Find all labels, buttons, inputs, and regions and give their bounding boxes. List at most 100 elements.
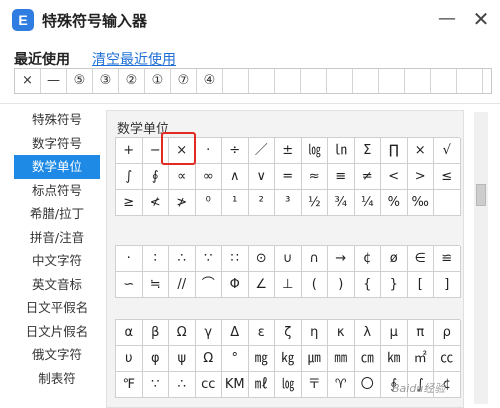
symbol-cell[interactable]: ⁰	[195, 190, 222, 216]
sidebar-item[interactable]: 中文字符	[14, 249, 100, 273]
sidebar-item[interactable]: 拼音/注音	[14, 226, 100, 250]
symbol-cell[interactable]: ¢	[354, 246, 381, 272]
symbol-cell[interactable]: ㎝	[354, 346, 381, 372]
recent-symbol-cell[interactable]	[457, 69, 483, 93]
clear-recent-link[interactable]: 清空最近使用	[92, 49, 176, 69]
minimize-button[interactable]: —	[434, 6, 460, 32]
symbol-cell[interactable]: }	[381, 272, 408, 298]
symbol-cell[interactable]: ⊙	[248, 246, 275, 272]
symbol-cell[interactable]: ㏒	[301, 138, 328, 164]
sidebar-item[interactable]: 数字符号	[14, 132, 100, 156]
symbol-cell[interactable]: ⊥	[275, 272, 302, 298]
symbol-cell[interactable]: ³	[275, 190, 302, 216]
symbol-cell[interactable]: ㏄	[434, 346, 461, 372]
symbol-cell[interactable]: ≥	[116, 190, 143, 216]
recent-symbol-cell[interactable]: ②	[119, 69, 145, 93]
sidebar-item[interactable]: 希腊/拉丁	[14, 202, 100, 226]
symbol-cell[interactable]: μ	[381, 320, 408, 346]
symbol-cell[interactable]: ∵	[195, 246, 222, 272]
symbol-cell[interactable]: η	[301, 320, 328, 346]
symbol-cell[interactable]: ㏒	[275, 372, 302, 398]
recent-symbol-cell[interactable]: ⑤	[67, 69, 93, 93]
symbol-cell[interactable]: ∧	[222, 164, 249, 190]
symbol-cell[interactable]: ∞	[195, 164, 222, 190]
close-button[interactable]: ✕	[468, 6, 494, 32]
recent-symbol-cell[interactable]	[431, 69, 457, 93]
symbol-cell[interactable]: ∨	[248, 164, 275, 190]
symbol-cell[interactable]: ∽	[116, 272, 143, 298]
recent-symbol-cell[interactable]: —	[41, 69, 67, 93]
recent-symbol-cell[interactable]	[275, 69, 301, 93]
symbol-cell[interactable]: ℉	[116, 372, 143, 398]
symbol-cell[interactable]: γ	[195, 320, 222, 346]
symbol-cell[interactable]: °	[222, 346, 249, 372]
symbol-cell[interactable]: ∠	[248, 272, 275, 298]
symbol-cell[interactable]	[434, 190, 461, 216]
symbol-cell[interactable]: <	[381, 164, 408, 190]
symbol-cell[interactable]: ×	[407, 138, 434, 164]
recent-symbol-cell[interactable]: ⑦	[171, 69, 197, 93]
symbol-cell[interactable]: ／	[248, 138, 275, 164]
symbol-cell[interactable]: ½	[301, 190, 328, 216]
scrollbar[interactable]	[474, 112, 488, 404]
symbol-cell[interactable]: ¾	[328, 190, 355, 216]
recent-symbol-cell[interactable]	[353, 69, 379, 93]
symbol-cell[interactable]: ∪	[275, 246, 302, 272]
symbol-cell[interactable]: Δ	[222, 320, 249, 346]
symbol-cell[interactable]: ∈	[407, 246, 434, 272]
symbol-cell[interactable]: ∏	[381, 138, 408, 164]
recent-symbol-cell[interactable]	[301, 69, 327, 93]
symbol-cell[interactable]: {	[354, 272, 381, 298]
sidebar-item[interactable]: 俄文字符	[14, 343, 100, 367]
symbol-cell[interactable]: ·	[116, 246, 143, 272]
symbol-cell[interactable]: 〒	[301, 372, 328, 398]
recent-symbol-cell[interactable]	[405, 69, 431, 93]
sidebar-item[interactable]: 日文片假名	[14, 320, 100, 344]
symbol-cell[interactable]: //	[169, 272, 196, 298]
symbol-cell[interactable]: ≡	[328, 164, 355, 190]
symbol-cell[interactable]: +	[116, 138, 143, 164]
symbol-cell[interactable]: ø	[381, 246, 408, 272]
symbol-cell[interactable]: κ	[328, 320, 355, 346]
symbol-cell[interactable]: ¼	[354, 190, 381, 216]
symbol-cell[interactable]: ㎎	[248, 346, 275, 372]
symbol-cell[interactable]: cc	[195, 372, 222, 398]
symbol-cell[interactable]: ²	[248, 190, 275, 216]
symbol-cell[interactable]: %	[381, 190, 408, 216]
symbol-cell[interactable]: ∫	[116, 164, 143, 190]
symbol-cell[interactable]: α	[116, 320, 143, 346]
symbol-cell[interactable]: ≯	[169, 190, 196, 216]
symbol-cell[interactable]: ≮	[142, 190, 169, 216]
recent-symbol-cell[interactable]: ④	[197, 69, 223, 93]
recent-symbol-cell[interactable]	[327, 69, 353, 93]
symbol-cell[interactable]: υ	[116, 346, 143, 372]
symbol-cell[interactable]: ≤	[434, 164, 461, 190]
symbol-cell[interactable]: λ	[354, 320, 381, 346]
symbol-cell[interactable]: Φ	[222, 272, 249, 298]
recent-symbol-cell[interactable]	[379, 69, 405, 93]
symbol-cell[interactable]: √	[434, 138, 461, 164]
recent-symbol-cell[interactable]: ×	[15, 69, 41, 93]
symbol-cell[interactable]: ≠	[354, 164, 381, 190]
symbol-cell[interactable]: ㎜	[328, 346, 355, 372]
symbol-cell[interactable]: Ω	[169, 320, 196, 346]
symbol-cell[interactable]: ∷	[222, 246, 249, 272]
symbol-cell[interactable]: ÷	[222, 138, 249, 164]
symbol-cell[interactable]: =	[275, 164, 302, 190]
symbol-cell[interactable]: ‰	[407, 190, 434, 216]
symbol-cell[interactable]: ·	[195, 138, 222, 164]
symbol-cell[interactable]: ∩	[301, 246, 328, 272]
symbol-cell[interactable]: ρ	[434, 320, 461, 346]
symbol-cell[interactable]: Σ	[354, 138, 381, 164]
symbol-cell[interactable]: ≈	[301, 164, 328, 190]
sidebar-item[interactable]: 制表符	[14, 367, 100, 391]
sidebar-item[interactable]: 标点符号	[14, 179, 100, 203]
symbol-cell[interactable]: ㎖	[248, 372, 275, 398]
symbol-cell[interactable]: ≌	[434, 246, 461, 272]
symbol-cell[interactable]: >	[407, 164, 434, 190]
symbol-cell[interactable]: ≒	[142, 272, 169, 298]
symbol-cell[interactable]: ∝	[169, 164, 196, 190]
sidebar-item[interactable]: 特殊符号	[14, 108, 100, 132]
symbol-cell[interactable]: β	[142, 320, 169, 346]
symbol-cell[interactable]: φ	[142, 346, 169, 372]
